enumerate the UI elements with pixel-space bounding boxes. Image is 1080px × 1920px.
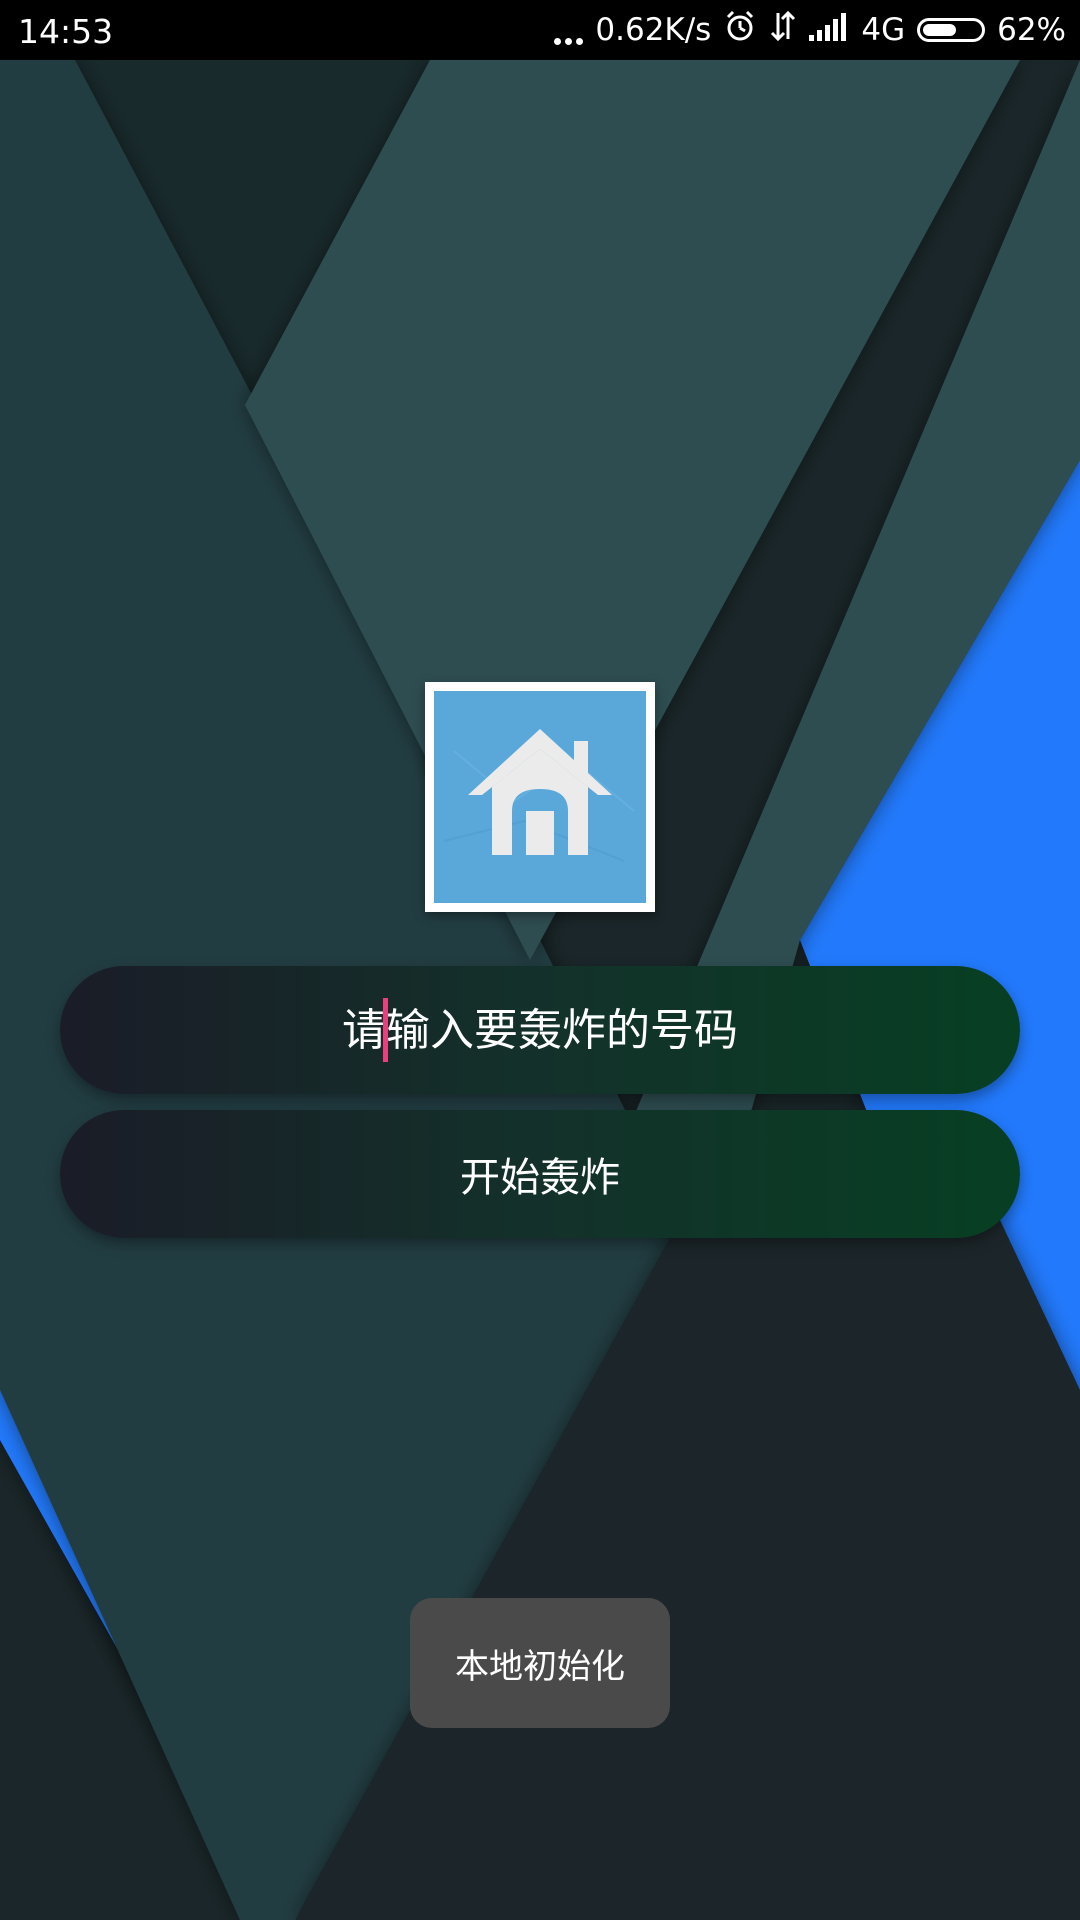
status-time: 14:53 [18,12,114,51]
alarm-icon [723,9,757,51]
house-icon [434,691,646,903]
start-bombing-button[interactable]: 开始轰炸 [60,1110,1020,1238]
app-logo [425,682,655,912]
screen: 14:53 0.62K/s 4G 62% 请输入要轰炸的号码 开始轰炸 本地初始… [0,0,1080,1920]
status-bar: 14:53 0.62K/s 4G 62% [0,0,1080,60]
network-type: 4G [861,12,906,48]
more-dots-icon [554,15,584,45]
phone-number-input[interactable] [60,965,1020,1095]
battery-icon [917,18,986,42]
text-caret [383,998,388,1062]
signal-icon [809,11,849,49]
toast-text: 本地初始化 [455,1646,625,1687]
battery-percent: 62% [997,12,1066,48]
network-speed: 0.62K/s [595,12,712,48]
status-icons: 0.62K/s 4G 62% [554,10,1066,50]
phone-input-container[interactable] [60,965,1020,1095]
battery-level [923,24,956,36]
data-transfer-icon [769,9,797,51]
toast-message: 本地初始化 [410,1598,670,1728]
start-button-label: 开始轰炸 [460,1155,620,1201]
